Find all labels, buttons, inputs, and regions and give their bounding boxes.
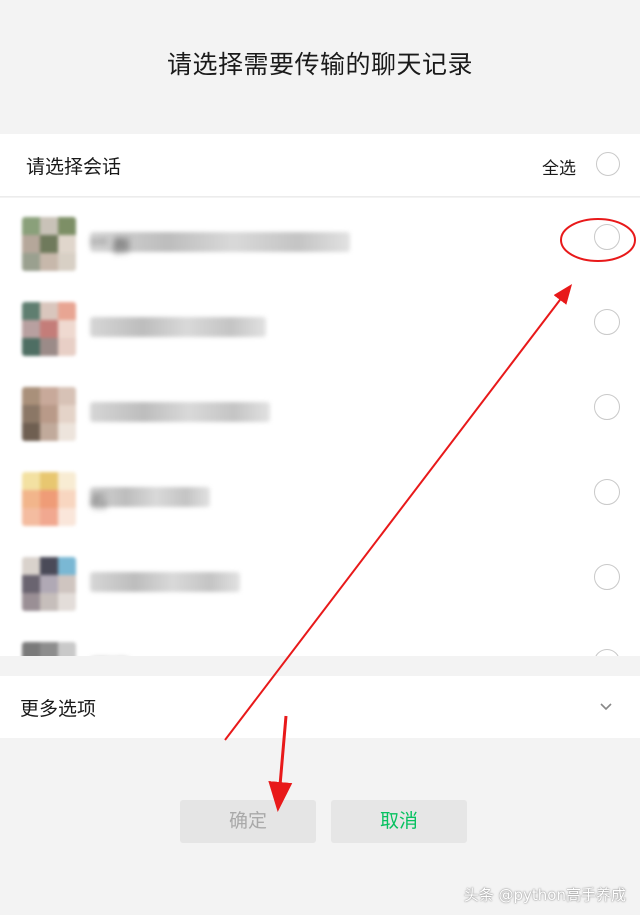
avatar: [22, 557, 76, 611]
select-conversation-header: 请选择会话 全选: [0, 134, 640, 197]
avatar: [22, 387, 76, 441]
conversation-row[interactable]: 石: [0, 453, 640, 538]
chevron-down-icon[interactable]: [598, 698, 614, 714]
conversation-list[interactable]: “” 群石: [0, 198, 640, 656]
avatar: [22, 217, 76, 271]
conversation-radio[interactable]: [594, 564, 620, 590]
select-all-radio[interactable]: [596, 152, 620, 176]
conversation-name-redacted: [90, 402, 270, 422]
conversation-row[interactable]: [0, 283, 640, 368]
conversation-name: “” 群: [90, 237, 131, 257]
dialog-title: 请选择需要传输的聊天记录: [166, 50, 473, 79]
more-options-row[interactable]: 更多选项: [0, 676, 640, 738]
conversation-row[interactable]: [0, 623, 640, 656]
conversation-radio[interactable]: [594, 224, 620, 250]
conversation-name-redacted: [90, 317, 266, 337]
conversation-radio[interactable]: [594, 394, 620, 420]
conversation-name-redacted: [90, 572, 240, 592]
select-all-label[interactable]: 全选: [542, 154, 576, 179]
more-options-label: 更多选项: [20, 698, 97, 720]
avatar: [22, 472, 76, 526]
confirm-button[interactable]: 确定: [180, 800, 316, 843]
conversation-name-redacted: [90, 487, 210, 507]
conversation-radio[interactable]: [594, 309, 620, 335]
avatar: [22, 642, 76, 656]
conversation-radio[interactable]: [594, 479, 620, 505]
conversation-radio[interactable]: [594, 649, 620, 656]
conversation-row[interactable]: [0, 538, 640, 623]
avatar: [22, 302, 76, 356]
conversation-row[interactable]: “” 群: [0, 198, 640, 283]
watermark: 头条 @python高手养成: [463, 886, 626, 904]
conversation-name: 石: [90, 492, 107, 512]
conversation-row[interactable]: [0, 368, 640, 453]
header-label: 请选择会话: [26, 156, 122, 178]
cancel-button[interactable]: 取消: [331, 800, 467, 843]
